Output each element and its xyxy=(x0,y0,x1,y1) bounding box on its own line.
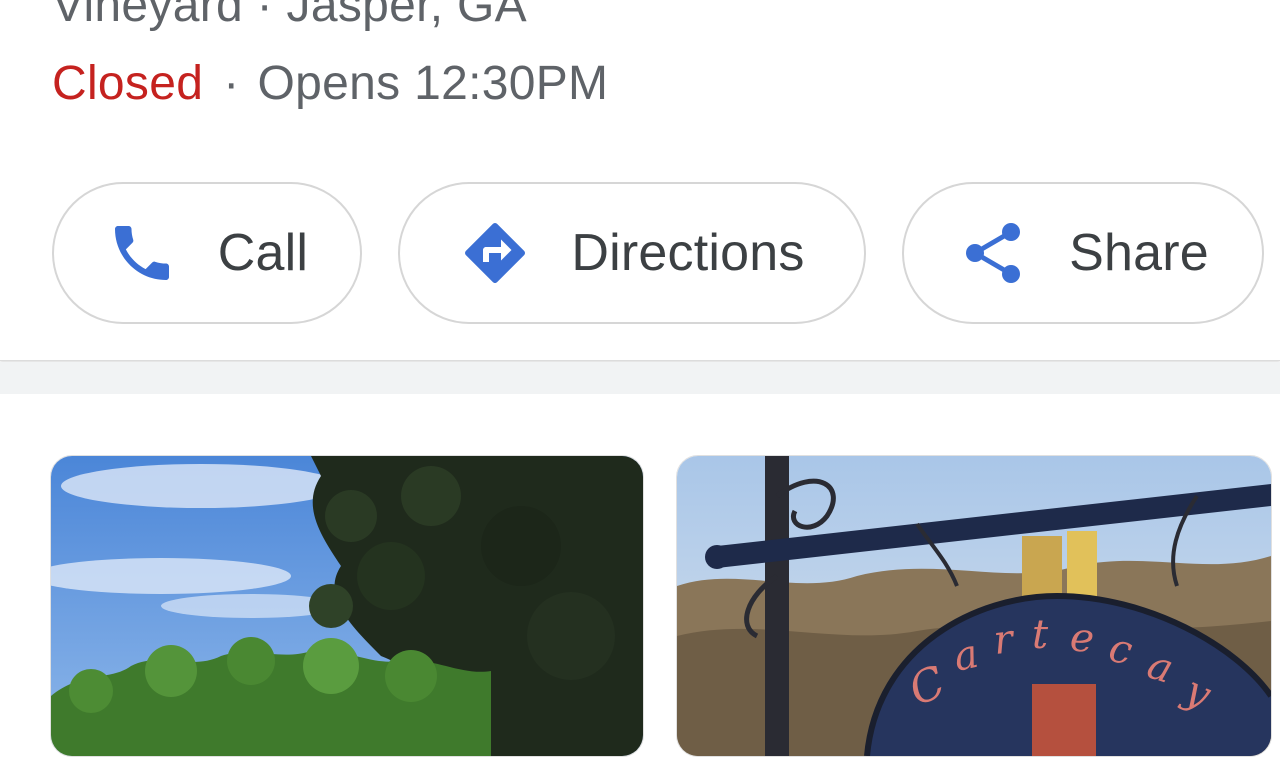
svg-text:e: e xyxy=(1068,614,1096,662)
share-icon xyxy=(957,217,1029,289)
call-button-label: Call xyxy=(217,224,309,282)
call-button[interactable]: Call xyxy=(52,182,362,324)
directions-button[interactable]: Directions xyxy=(398,182,866,324)
place-photo-trees[interactable] xyxy=(50,455,644,757)
share-button-label: Share xyxy=(1069,224,1209,282)
status-separator: · xyxy=(223,57,240,110)
share-button[interactable]: Share xyxy=(902,182,1264,324)
place-photo-sign[interactable]: C a r t e c a y xyxy=(676,455,1272,757)
phone-icon xyxy=(106,217,178,289)
directions-button-label: Directions xyxy=(571,224,805,282)
opening-hours-label: Opens 12:30PM xyxy=(257,57,609,110)
open-status-line: Closed · Opens 12:30PM xyxy=(52,56,608,111)
place-header-card: Vineyard · Jasper, GA Closed · Opens 12:30… xyxy=(0,0,1280,361)
directions-icon xyxy=(459,217,531,289)
place-category-location: Vineyard · Jasper, GA xyxy=(52,0,527,32)
status-closed-label: Closed xyxy=(52,57,204,110)
svg-text:t: t xyxy=(1032,612,1049,658)
section-divider xyxy=(0,362,1280,394)
